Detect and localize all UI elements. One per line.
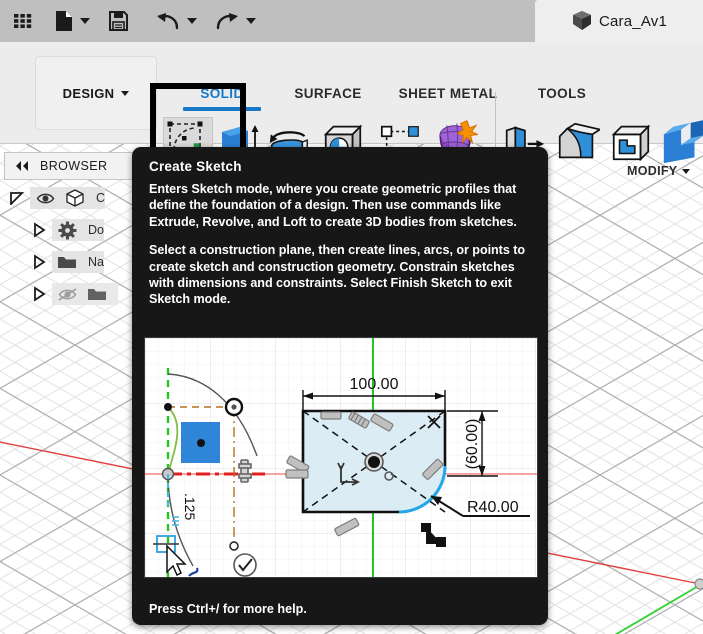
ok-check-button: [233, 553, 257, 577]
undo-arrow-icon: [157, 13, 179, 30]
folder-icon: [82, 283, 112, 305]
sketch-illustration-svg: .125 100.00 (60.00) R40.00: [145, 338, 537, 577]
new-file-button[interactable]: [52, 5, 76, 37]
tooltip-title: Create Sketch: [149, 159, 242, 174]
undo-dropdown[interactable]: [185, 5, 198, 37]
tree-row-root-label: C: [90, 187, 106, 209]
dimension-label-100: 100.00: [350, 376, 399, 393]
twisty-collapsed-icon[interactable]: [26, 286, 52, 302]
folder-icon: [52, 251, 82, 273]
tree-row-origin-label: [112, 283, 118, 305]
tab-tools[interactable]: TOOLS: [522, 86, 602, 101]
gear-icon: [52, 219, 82, 241]
save-button[interactable]: [103, 5, 133, 37]
ribbon: DESIGN SOLID SURFACE SHEET METAL TOOLS M…: [0, 42, 703, 178]
tooltip-body: Enters Sketch mode, where you create geo…: [149, 181, 531, 320]
tab-tools-label: TOOLS: [537, 86, 587, 101]
double-chevron-left-icon[interactable]: [14, 160, 30, 172]
dimension-label-r40: R40.00: [467, 499, 519, 516]
tab-surface-label: SURFACE: [294, 86, 362, 101]
tooltip-paragraph-2: Select a construction plane, then create…: [149, 243, 526, 307]
chevron-down-icon: [186, 18, 197, 24]
shell-button[interactable]: [608, 116, 654, 168]
grid-icon: [14, 14, 32, 28]
redo-dropdown[interactable]: [244, 5, 257, 37]
file-icon: [56, 11, 72, 31]
create-sketch-illustration: .125 100.00 (60.00) R40.00: [144, 337, 538, 578]
twisty-collapsed-icon[interactable]: [26, 222, 52, 238]
twisty-collapsed-icon[interactable]: [26, 254, 52, 270]
combine-button[interactable]: [660, 116, 703, 168]
browser-title: BROWSER: [40, 159, 108, 173]
shell-icon: [611, 124, 651, 162]
chevron-down-icon: [682, 168, 691, 174]
undo-button[interactable]: [153, 5, 183, 37]
tooltip-paragraph-1: Enters Sketch mode, where you create geo…: [149, 182, 517, 229]
browser-header[interactable]: BROWSER: [4, 152, 137, 180]
chevron-down-icon: [121, 90, 130, 96]
tooltip-footer: Press Ctrl+/ for more help.: [149, 602, 307, 616]
component-cube-icon: [60, 187, 90, 209]
new-file-dropdown[interactable]: [78, 5, 91, 37]
sketch-point: [164, 403, 172, 411]
document-tab-label: Cara_Av1: [598, 12, 668, 30]
fillet-icon: [558, 122, 600, 159]
chevron-down-icon: [79, 18, 90, 24]
eye-off-icon[interactable]: [52, 283, 82, 305]
dimension-label-125: .125: [182, 493, 198, 520]
redo-arrow-icon: [216, 13, 238, 30]
combine-icon: [663, 120, 703, 164]
fillet-button[interactable]: [554, 116, 600, 168]
tab-sheet-metal-label: SHEET METAL: [398, 86, 498, 101]
quick-access-toolbar: Cara_Av1: [0, 0, 703, 42]
cube-icon: [572, 11, 591, 30]
dimension-label-60: (60.00): [464, 419, 481, 470]
tree-row-document-settings-label: Do: [82, 219, 104, 241]
tab-surface[interactable]: SURFACE: [280, 86, 376, 101]
tree-row-named-views-label: Na: [82, 251, 104, 273]
modify-panel-text: MODIFY: [627, 164, 678, 178]
origin-point: [694, 578, 703, 590]
document-tab[interactable]: Cara_Av1: [535, 0, 703, 42]
chevron-down-icon: [245, 18, 256, 24]
visibility-eye-icon[interactable]: [30, 187, 60, 209]
app-grid-button[interactable]: [8, 5, 38, 37]
save-icon: [108, 11, 128, 31]
redo-button[interactable]: [212, 5, 242, 37]
workspace-label: DESIGN: [62, 85, 115, 101]
sketch-point: [197, 439, 205, 447]
tab-sheet-metal[interactable]: SHEET METAL: [388, 86, 508, 101]
modify-panel-label[interactable]: MODIFY: [627, 164, 691, 178]
create-sketch-tooltip: Create Sketch Enters Sketch mode, where …: [132, 147, 548, 625]
center-point: [368, 456, 380, 468]
twisty-expanded-icon[interactable]: [4, 191, 30, 205]
endpoint: [229, 541, 239, 551]
workspace-selector[interactable]: DESIGN: [35, 56, 157, 130]
